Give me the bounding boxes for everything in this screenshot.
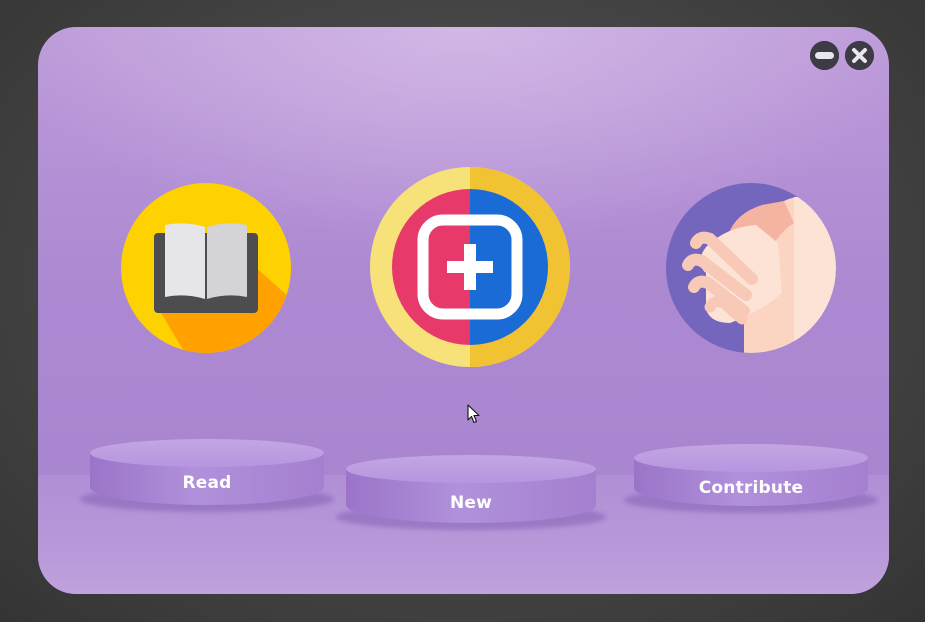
new-option-icon-button[interactable] <box>370 167 570 367</box>
read-label: Read <box>182 473 232 493</box>
minimize-button[interactable] <box>810 41 839 70</box>
add-square-icon <box>370 167 570 367</box>
pedestal-top <box>634 444 868 472</box>
launcher-window: Read New Contribute <box>38 27 889 594</box>
pedestal-top <box>346 455 596 483</box>
pedestal-top <box>90 439 324 467</box>
open-book-icon <box>121 183 291 353</box>
close-icon <box>845 41 874 70</box>
read-button[interactable]: Read <box>80 439 334 512</box>
contribute-button[interactable]: Contribute <box>624 444 878 513</box>
mouse-pointer-icon <box>467 404 480 424</box>
new-button[interactable]: New <box>336 455 606 530</box>
new-label: New <box>449 493 493 513</box>
close-button[interactable] <box>845 41 874 70</box>
contribute-label: Contribute <box>698 478 804 498</box>
read-option-icon-button[interactable] <box>121 183 291 353</box>
contribute-option-icon-button[interactable] <box>666 183 836 353</box>
minimize-icon <box>810 41 839 70</box>
handshake-icon <box>666 183 836 353</box>
